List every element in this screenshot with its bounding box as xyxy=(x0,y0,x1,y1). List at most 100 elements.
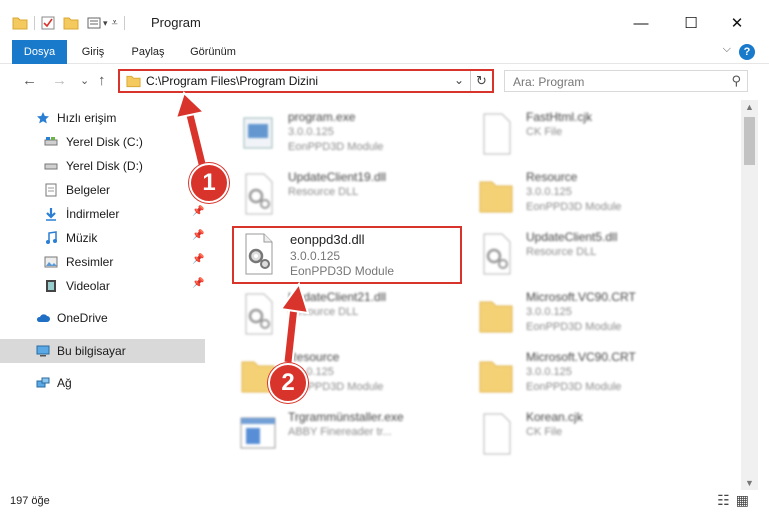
file-description: EonPPD3D Module xyxy=(526,381,622,393)
pin-icon[interactable]: 📌 xyxy=(192,206,204,217)
forward-button[interactable]: → xyxy=(52,72,67,89)
properties-icon[interactable] xyxy=(41,16,55,30)
file-name: UpdateClient5.dll xyxy=(526,230,618,244)
close-button[interactable]: ✕ xyxy=(722,10,752,36)
file-name: Korean.cjk xyxy=(526,410,583,424)
vertical-scrollbar[interactable]: ▲ ▼ xyxy=(741,100,758,490)
address-bar[interactable]: C:\Program Files\Program Dizini ⌄ ↻ xyxy=(118,69,494,93)
file-tile[interactable]: program.exe 3.0.0.125 EonPPD3D Module xyxy=(232,106,462,164)
file-tile[interactable]: UpdateClient21.dll Resource DLL xyxy=(232,286,462,344)
dll-icon xyxy=(245,293,273,335)
sidebar-item-videos[interactable]: Videolar 📌 xyxy=(0,274,205,298)
maximize-button[interactable]: ☐ xyxy=(676,10,706,36)
file-type: CK File xyxy=(526,426,563,438)
file-tile[interactable]: Microsoft.VC90.CRT 3.0.0.125 EonPPD3D Mo… xyxy=(470,286,700,344)
window-title: Program xyxy=(151,15,201,30)
file-tile[interactable]: Resource 3.0.0.125 EonPPD3D Module xyxy=(470,166,700,224)
refresh-icon[interactable]: ↻ xyxy=(470,71,492,91)
sidebar-item-label: Yerel Disk (D:) xyxy=(66,159,143,173)
sidebar-item-label: Hızlı erişim xyxy=(57,111,117,125)
customize-dropdown-icon[interactable]: ▾ xyxy=(103,18,108,29)
search-icon[interactable]: ⚲ xyxy=(731,73,741,89)
status-bar: 197 öğe ☷▦ xyxy=(0,490,769,525)
search-box[interactable]: Ara: Program ⚲ xyxy=(504,70,748,92)
quick-access-toolbar: ▾ ⩡ xyxy=(12,12,125,34)
back-button[interactable]: ← xyxy=(22,72,37,89)
file-version: 3.0.0.125 xyxy=(288,126,334,138)
file-tile[interactable]: Trgrammünstaller.exe ABBY Finereader tr.… xyxy=(232,406,462,464)
new-folder-icon[interactable] xyxy=(63,16,79,30)
tab-file[interactable]: Dosya xyxy=(12,40,67,64)
pin-icon[interactable]: 📌 xyxy=(192,230,204,241)
sidebar-item-documents[interactable]: Belgeler xyxy=(0,178,205,202)
tab-home[interactable]: Giriş xyxy=(72,40,114,64)
file-version: 3.0.0.125 xyxy=(290,249,341,263)
sidebar-item-label: Bu bilgisayar xyxy=(57,344,126,358)
file-tile[interactable]: FastHtml.cjk CK File xyxy=(470,106,700,164)
drive-icon xyxy=(44,163,58,170)
sidebar-item-downloads[interactable]: İndirmeler 📌 xyxy=(0,202,205,226)
file-type: ABBY Finereader tr... xyxy=(288,426,392,438)
view-toggle-icons[interactable]: ☷▦ xyxy=(717,492,755,509)
star-icon xyxy=(37,112,49,124)
scroll-up-icon[interactable]: ▲ xyxy=(745,102,754,112)
sidebar-item-label: Resimler xyxy=(66,255,114,269)
step-2-callout: 2 xyxy=(268,363,308,403)
folder-icon xyxy=(479,361,513,393)
up-button[interactable]: ↑ xyxy=(98,72,106,89)
file-name: eonppd3d.dll xyxy=(290,232,365,247)
step-1-callout: 1 xyxy=(189,163,229,203)
sidebar-item-this-pc[interactable]: Bu bilgisayar xyxy=(0,339,205,363)
pin-icon[interactable]: 📌 xyxy=(192,254,204,265)
dll-icon xyxy=(245,173,273,215)
scroll-down-icon[interactable]: ▼ xyxy=(745,478,754,488)
expand-ribbon-icon[interactable]: ⌵ xyxy=(723,43,731,56)
file-list: program.exe 3.0.0.125 EonPPD3D Module Fa… xyxy=(208,100,740,490)
video-icon xyxy=(46,280,56,292)
sidebar-item-drive-c[interactable]: Yerel Disk (C:) xyxy=(0,130,205,154)
file-tile[interactable]: UpdateClient19.dll Resource DLL xyxy=(232,166,462,224)
file-tile[interactable]: UpdateClient5.dll Resource DLL xyxy=(470,226,700,284)
sidebar-item-quick-access[interactable]: Hızlı erişim xyxy=(0,106,205,130)
details-view-icon[interactable]: ☷ xyxy=(717,492,736,508)
recent-locations-button[interactable]: ⌄ xyxy=(80,74,89,87)
minimize-button[interactable]: — xyxy=(626,10,656,36)
sidebar-item-music[interactable]: Müzik 📌 xyxy=(0,226,205,250)
customize-toolbar-icon[interactable]: ⩡ xyxy=(112,17,118,30)
sidebar-item-network[interactable]: Ağ xyxy=(0,371,205,395)
sidebar-item-pictures[interactable]: Resimler 📌 xyxy=(0,250,205,274)
view-options-icon[interactable] xyxy=(87,16,101,30)
folder-icon[interactable] xyxy=(12,16,28,30)
pin-icon[interactable]: 📌 xyxy=(192,278,204,289)
file-tile[interactable]: Resource 3.0.0.125 EonPPD3D Module xyxy=(232,346,462,404)
ribbon: Dosya Giriş Paylaş Görünüm ⌵ ? xyxy=(0,40,769,64)
search-input[interactable]: Ara: Program xyxy=(513,75,584,89)
picture-icon xyxy=(44,256,58,268)
file-tile[interactable]: Microsoft.VC90.CRT 3.0.0.125 EonPPD3D Mo… xyxy=(470,346,700,404)
file-name: Microsoft.VC90.CRT xyxy=(526,350,636,364)
sidebar-item-label: Müzik xyxy=(66,231,98,245)
sidebar-item-drive-d[interactable]: Yerel Disk (D:) xyxy=(0,154,205,178)
installer-icon xyxy=(240,417,276,449)
sidebar-item-label: İndirmeler xyxy=(66,207,120,221)
tiles-view-icon[interactable]: ▦ xyxy=(736,492,755,508)
file-version: 3.0.0.125 xyxy=(526,366,572,378)
file-name: program.exe xyxy=(288,110,356,124)
tab-share[interactable]: Paylaş xyxy=(124,40,172,64)
address-dropdown-icon[interactable]: ⌄ xyxy=(454,73,464,87)
file-type: Resource DLL xyxy=(526,246,597,258)
file-tile-eonppd3d-dll[interactable]: eonppd3d.dll 3.0.0.125 EonPPD3D Module xyxy=(232,226,462,284)
address-path[interactable]: C:\Program Files\Program Dizini xyxy=(146,74,318,88)
navigation-bar: ← → ⌄ ↑ C:\Program Files\Program Dizini … xyxy=(0,64,769,100)
sidebar-item-label: Ağ xyxy=(57,376,72,390)
scroll-thumb[interactable] xyxy=(744,117,755,165)
file-tile[interactable]: Korean.cjk CK File xyxy=(470,406,700,464)
title-bar: ▾ ⩡ Program — ☐ ✕ xyxy=(0,0,769,40)
document-icon xyxy=(45,183,57,197)
file-version: 3.0.0.125 xyxy=(526,186,572,198)
file-name: Resource xyxy=(288,350,340,364)
sidebar-item-onedrive[interactable]: OneDrive xyxy=(0,306,205,330)
download-icon xyxy=(46,208,56,221)
help-icon[interactable]: ? xyxy=(739,44,755,60)
tab-view[interactable]: Görünüm xyxy=(182,40,244,64)
